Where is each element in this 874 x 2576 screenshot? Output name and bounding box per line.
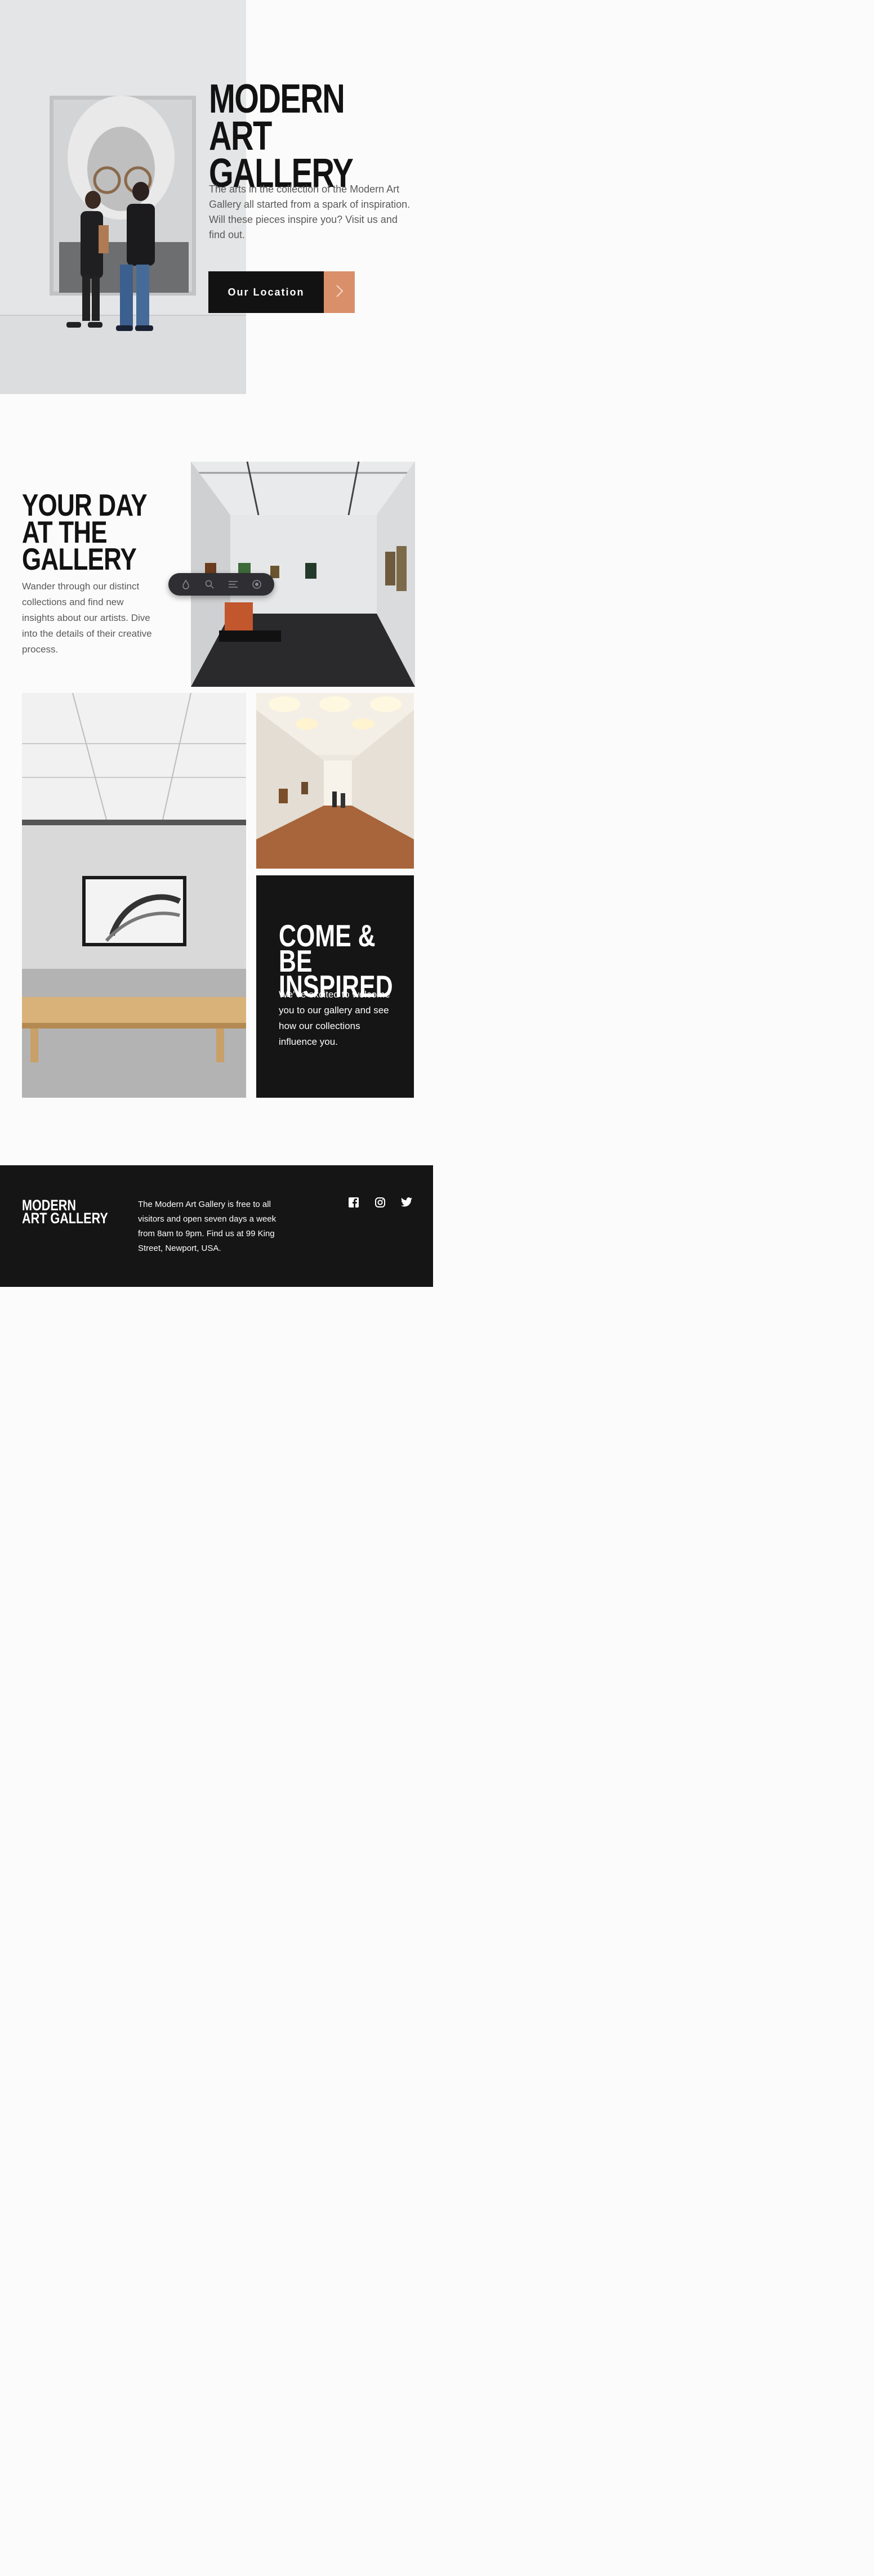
footer-description: The Modern Art Gallery is free to all vi… (138, 1200, 277, 1253)
twitter-icon[interactable] (400, 1196, 413, 1209)
chevron-right-icon (335, 284, 345, 301)
footer-logo-line2: ART GALLERY (22, 1210, 108, 1227)
text-lines-icon[interactable] (226, 577, 240, 592)
inspired-description: We' re excited to welcome you to our gal… (279, 989, 390, 1047)
our-location-arrow-button[interactable] (324, 271, 355, 313)
search-icon[interactable] (202, 577, 217, 592)
settings-circle-icon[interactable] (249, 577, 264, 592)
facebook-icon[interactable] (347, 1196, 360, 1209)
hero-title-line2: ART GALLERY (209, 114, 354, 196)
hero-title-line1: MODERN (209, 77, 345, 122)
our-location-button[interactable]: Our Location (208, 271, 324, 313)
section-title-your-day: YOUR DAY AT THE GALLERY (22, 490, 157, 576)
day-description: Wander through our distinct collections … (22, 581, 152, 655)
instagram-icon[interactable] (373, 1196, 387, 1209)
paint-drop-icon[interactable] (179, 577, 193, 592)
footer-logo[interactable]: MODERN ART GALLERY (22, 1198, 112, 1227)
gallery-hall-image (256, 693, 414, 869)
inspired-title-line1: COME & BE (279, 918, 376, 978)
hero-title: MODERN ART GALLERY (209, 77, 385, 196)
hero-description: The arts in the collection of the Modern… (209, 184, 411, 240)
day-title-line3: GALLERY (22, 542, 137, 576)
gallery-bench-image (22, 693, 246, 1098)
floating-toolbar (168, 573, 274, 596)
